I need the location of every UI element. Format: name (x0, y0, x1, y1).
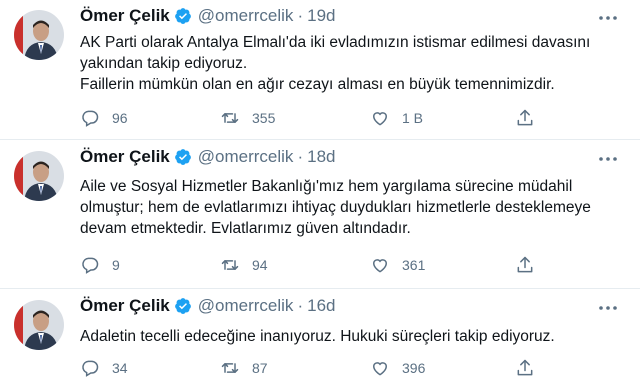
tweet-actions: 96 355 1 B (80, 108, 550, 130)
reply-icon (82, 360, 99, 377)
tweet[interactable]: Ömer Çelik @omerrcelik · 19d AK Parti ol… (0, 0, 640, 140)
avatar[interactable] (14, 151, 64, 201)
like-count: 396 (402, 360, 426, 376)
reply-button[interactable]: 96 (80, 108, 128, 128)
retweet-count: 355 (252, 110, 276, 126)
like-icon (372, 259, 388, 273)
retweet-icon (221, 363, 239, 373)
tweet-actions: 9 94 361 (80, 255, 550, 277)
tweet-text-line: olmuştur; hem de evlatlarımızı ihtiyaç d… (80, 199, 591, 216)
author-name[interactable]: Ömer Çelik (80, 296, 170, 316)
timestamp[interactable]: 19d (307, 6, 335, 26)
tweet[interactable]: Ömer Çelik @omerrcelik · 18d Aile ve Sos… (0, 141, 640, 289)
like-count: 361 (402, 257, 426, 273)
tweet-header: Ömer Çelik @omerrcelik · 19d (80, 6, 335, 26)
tweet-text-line: Aile ve Sosyal Hizmetler Bakanlığı'mız h… (80, 178, 573, 195)
like-button[interactable]: 1 B (370, 108, 423, 128)
timestamp[interactable]: 16d (307, 296, 335, 316)
author-handle[interactable]: @omerrcelik (198, 147, 294, 167)
share-icon (517, 109, 533, 126)
tweet-text-line: yakından takip ediyoruz. (80, 55, 248, 72)
more-options-icon[interactable] (596, 8, 620, 28)
retweet-count: 94 (252, 257, 268, 273)
tweet-feed: Ömer Çelik @omerrcelik · 19d AK Parti ol… (0, 0, 640, 386)
like-button[interactable]: 361 (370, 255, 425, 275)
like-count: 1 B (402, 110, 424, 126)
share-icon (517, 359, 533, 376)
separator: · (297, 147, 304, 166)
tweet-text: AK Parti olarak Antalya Elmalı'da iki ev… (80, 32, 625, 95)
timestamp[interactable]: 18d (307, 147, 335, 167)
reply-icon (82, 257, 99, 274)
like-icon (372, 112, 388, 126)
like-icon (372, 362, 388, 376)
retweet-icon (221, 113, 239, 123)
reply-icon (82, 110, 99, 127)
verified-badge-icon (174, 8, 191, 24)
tweet-actions: 34 87 396 (80, 358, 550, 380)
separator: · (297, 296, 304, 315)
tweet-header: Ömer Çelik @omerrcelik · 16d (80, 296, 335, 316)
tweet-header: Ömer Çelik @omerrcelik · 18d (80, 147, 335, 167)
reply-button[interactable]: 9 (80, 255, 120, 275)
reply-count: 96 (112, 110, 128, 126)
author-name[interactable]: Ömer Çelik (80, 147, 170, 167)
retweet-icon (221, 260, 239, 270)
tweet-text-line: AK Parti olarak Antalya Elmalı'da iki ev… (80, 34, 591, 51)
share-button[interactable] (515, 108, 535, 128)
more-options-icon[interactable] (596, 298, 620, 318)
reply-count: 9 (112, 257, 120, 273)
author-handle[interactable]: @omerrcelik (198, 6, 294, 26)
share-button[interactable] (515, 358, 535, 378)
tweet-text: Aile ve Sosyal Hizmetler Bakanlığı'mız h… (80, 176, 625, 239)
retweet-button[interactable]: 94 (220, 255, 268, 275)
author-handle[interactable]: @omerrcelik (198, 296, 294, 316)
more-options-icon[interactable] (596, 149, 620, 169)
share-button[interactable] (515, 255, 535, 275)
tweet-text-line: Adaletin tecelli edeceğine inanıyoruz. H… (80, 328, 555, 345)
avatar[interactable] (14, 300, 64, 350)
verified-badge-icon (174, 149, 191, 165)
retweet-button[interactable]: 355 (220, 108, 275, 128)
reply-count: 34 (112, 360, 128, 376)
author-name[interactable]: Ömer Çelik (80, 6, 170, 26)
share-icon (517, 256, 533, 273)
tweet-text: Adaletin tecelli edeceğine inanıyoruz. H… (80, 326, 625, 347)
retweet-button[interactable]: 87 (220, 358, 268, 378)
avatar[interactable] (14, 10, 64, 60)
verified-badge-icon (174, 298, 191, 314)
retweet-count: 87 (252, 360, 268, 376)
like-button[interactable]: 396 (370, 358, 425, 378)
tweet-text-line: devam etmektedir. Evlatlarımız güven alt… (80, 220, 411, 237)
tweet[interactable]: Ömer Çelik @omerrcelik · 16d Adaletin te… (0, 290, 640, 386)
tweet-text-line: Faillerin mümkün olan en ağır cezayı alm… (80, 76, 555, 93)
separator: · (297, 6, 304, 25)
reply-button[interactable]: 34 (80, 358, 128, 378)
